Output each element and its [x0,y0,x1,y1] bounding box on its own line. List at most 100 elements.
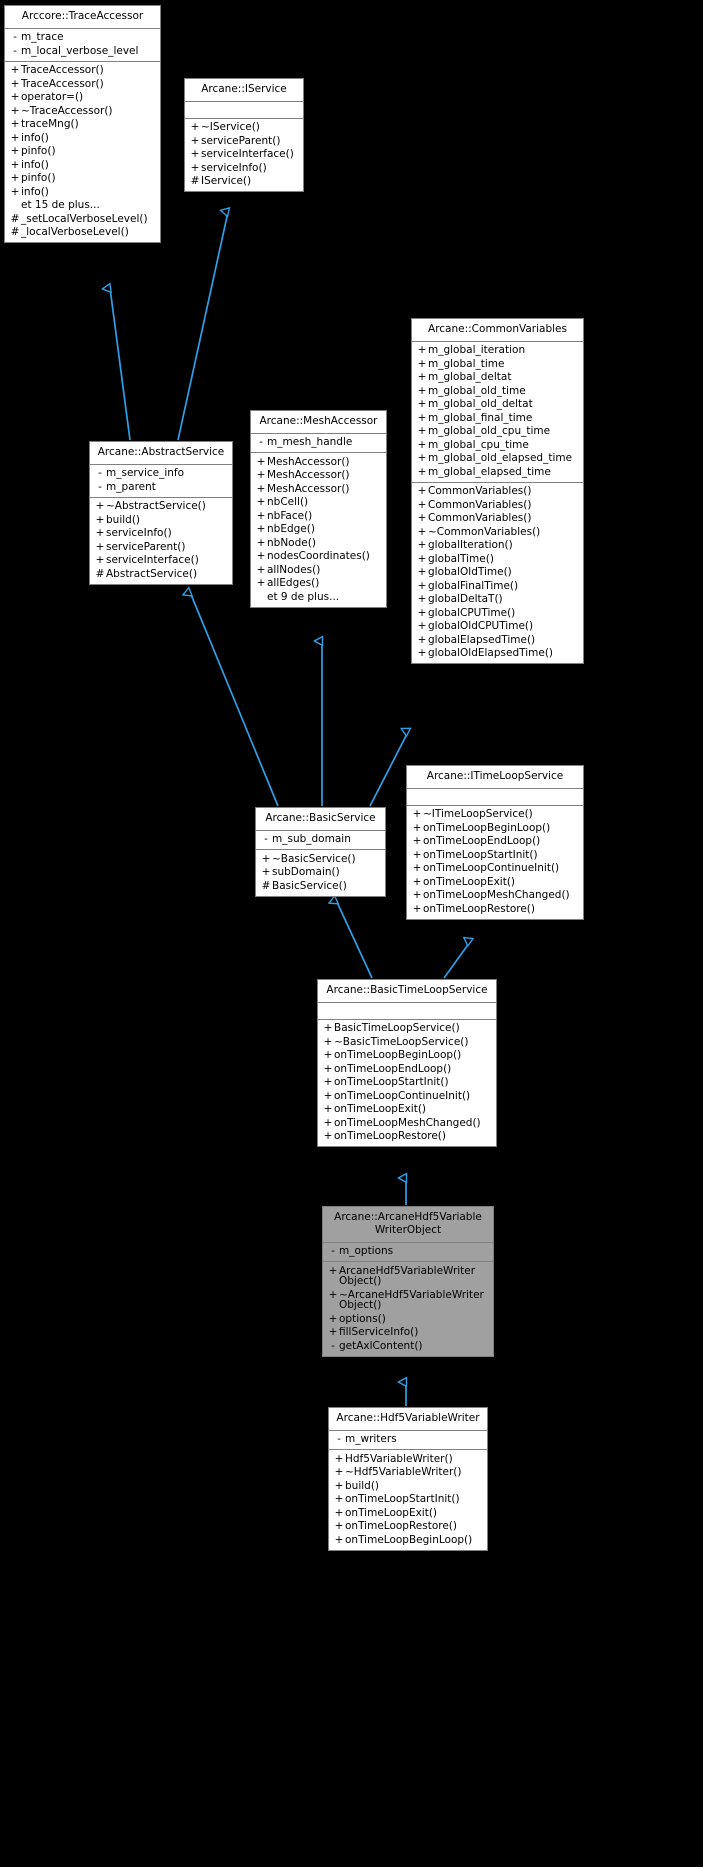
class-box-basic-timeloop-service[interactable]: Arcane::BasicTimeLoopService + BasicTimeL… [317,979,497,1148]
member-visibility: + [95,554,105,567]
class-member: + info() [5,185,160,199]
member-visibility: - [98,480,102,493]
member-visibility: + [328,1326,338,1339]
class-member: + nbEdge() [251,523,386,537]
member-name: BasicService() [272,879,347,892]
member-visibility: + [417,357,427,370]
class-member: - m_trace [5,31,160,45]
member-visibility: + [10,77,20,90]
class-box-trace-accessor[interactable]: Arccore::TraceAccessor - m_trace - m_local_… [4,5,161,244]
class-member: + serviceInfo() [185,161,303,175]
member-name: onTimeLoopStartInit() [334,1076,449,1089]
member-name: info() [21,158,49,171]
member-name: m_trace [21,31,64,44]
class-box-common-variables[interactable]: Arcane::CommonVariables + m_global_iterat… [411,318,584,665]
member-visibility: # [95,567,105,580]
member-name: onTimeLoopBeginLoop() [345,1533,473,1546]
class-box-arcane-hdf5-variable-writer-object[interactable]: Arcane::ArcaneHdf5Variable WriterObject … [322,1206,494,1357]
member-name: m_global_old_cpu_time [428,425,551,438]
class-member: + nodesCoordinates() [251,550,386,564]
member-visibility: + [417,498,427,511]
member-name: m_global_final_time [428,411,533,424]
member-visibility: + [190,161,200,174]
member-name: onTimeLoopExit() [345,1506,438,1519]
class-member: + ~Hdf5VariableWriter() [329,1466,487,1480]
class-box-itimeloop-service[interactable]: Arcane::ITimeLoopService + ~ITimeLoopServ… [406,765,584,920]
class-member: - m_service_info [90,467,232,481]
class-member: + globalOldElapsedTime() [412,647,583,661]
class-member: # AbstractService() [90,567,232,581]
member-visibility: + [328,1264,338,1277]
member-name: globalElapsedTime() [428,633,536,646]
member-visibility: + [256,536,266,549]
operation-list: + ~BasicService() + subDomain() # BasicServic… [256,850,385,896]
member-name: onTimeLoopEndLoop() [423,835,541,848]
class-member: # IService() [185,175,303,189]
member-name: AbstractService() [106,567,198,580]
class-member: + onTimeLoopMeshChanged() [318,1116,496,1130]
member-name: m_mesh_handle [267,436,353,449]
class-box-abstract-service[interactable]: Arcane::AbstractService - m_service_info -… [89,441,233,585]
class-member: + nbFace() [251,509,386,523]
member-visibility: + [323,1022,333,1035]
class-member: + ~CommonVariables() [412,525,583,539]
member-visibility: + [412,808,422,821]
attribute-list [185,102,303,118]
member-visibility: + [417,411,427,424]
member-visibility: + [256,455,266,468]
member-name: CommonVariables() [428,485,532,498]
attribute-list: - m_sub_domain [256,831,385,850]
class-box-iservice[interactable]: Arcane::IService + ~IService() + servicePar… [184,78,304,193]
class-box-basic-service[interactable]: Arcane::BasicService - m_sub_domain + ~Bas… [255,807,386,897]
member-name: m_writers [345,1433,397,1446]
class-member: + onTimeLoopMeshChanged() [407,889,583,903]
class-member: + ~TraceAccessor() [5,104,160,118]
member-name: allEdges() [267,577,320,590]
member-name: getAxlContent() [339,1339,423,1352]
class-member: + CommonVariables() [412,512,583,526]
member-name: serviceInfo() [106,527,172,540]
operation-list: + ~IService() + serviceParent() + serviceInte… [185,119,303,192]
class-member: + MeshAccessor() [251,482,386,496]
class-title: Arcane::ITimeLoopService [426,770,564,782]
class-member: + MeshAccessor() [251,455,386,469]
member-name: serviceInterface() [106,554,199,567]
attribute-list [318,1003,496,1019]
class-member: + serviceParent() [90,540,232,554]
class-member: + onTimeLoopStartInit() [329,1493,487,1507]
member-name: et 15 de plus... [21,199,100,212]
member-name: operator=() [21,91,84,104]
class-member: + pinfo() [5,172,160,186]
member-name: serviceParent() [201,134,281,147]
member-visibility: + [412,862,422,875]
class-title: Arcane::MeshAccessor [259,415,378,427]
member-visibility: + [417,525,427,538]
class-box-hdf5-variable-writer[interactable]: Arcane::Hdf5VariableWriter - m_writers + H… [328,1407,488,1551]
member-visibility: - [337,1433,341,1446]
class-member: + onTimeLoopRestore() [318,1130,496,1144]
class-member: + onTimeLoopBeginLoop() [318,1049,496,1063]
class-title: Arcane::IService [201,83,287,95]
member-visibility: + [417,398,427,411]
member-visibility: + [95,540,105,553]
member-visibility: + [334,1506,344,1519]
class-member: + globalOldCPUTime() [412,620,583,634]
member-visibility: + [412,848,422,861]
member-name: subDomain() [272,866,340,879]
member-visibility: + [417,566,427,579]
member-visibility: + [10,185,20,198]
member-visibility: + [417,539,427,552]
member-visibility: + [95,513,105,526]
member-name: m_global_old_time [428,384,526,397]
member-name: globalOldTime() [428,566,512,579]
class-member: + globalElapsedTime() [412,633,583,647]
member-visibility: + [323,1049,333,1062]
member-visibility: + [323,1076,333,1089]
class-box-mesh-accessor[interactable]: Arcane::MeshAccessor - m_mesh_handle + Mes… [250,410,387,608]
class-member: + m_global_time [412,357,583,371]
class-member: + globalCPUTime() [412,606,583,620]
member-visibility: + [10,104,20,117]
member-name: pinfo() [21,172,56,185]
member-name: m_global_time [428,357,505,370]
member-visibility: + [256,523,266,536]
